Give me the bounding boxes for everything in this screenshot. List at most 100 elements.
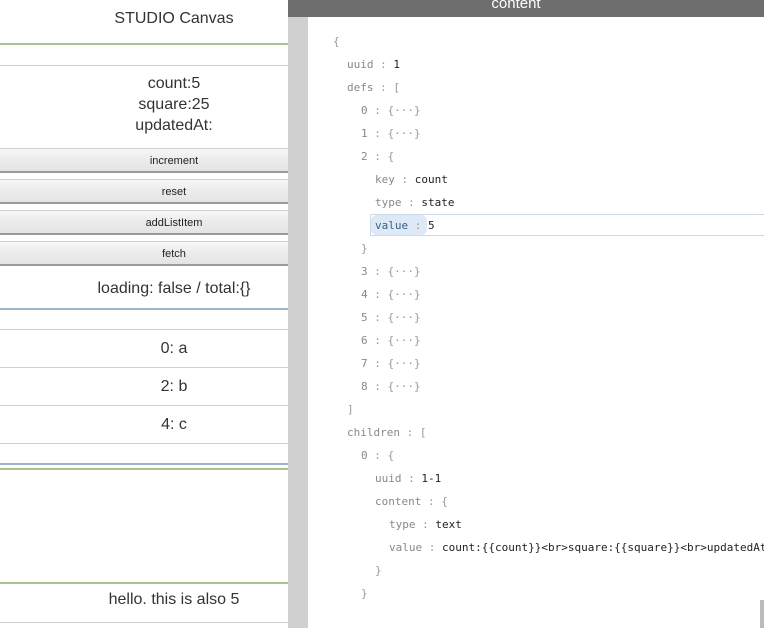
tree-row[interactable]: { bbox=[333, 30, 340, 53]
tree-row[interactable]: ] bbox=[347, 398, 354, 421]
tree-key: value bbox=[375, 219, 409, 232]
tree-key: 2 bbox=[361, 150, 368, 163]
studio-canvas: STUDIO Canvas count:5 square:25 updatedA… bbox=[0, 0, 288, 628]
tree-key: 1 bbox=[361, 127, 368, 140]
increment-button[interactable]: increment bbox=[0, 148, 288, 173]
list-item: 2: b bbox=[160, 378, 188, 395]
tree-row[interactable]: value : 5 bbox=[375, 214, 435, 237]
tree-value: count:{{count}}<br>square:{{square}}<br>… bbox=[442, 541, 764, 554]
tree-row[interactable]: 4 : {···} bbox=[361, 283, 421, 306]
tree-value: { bbox=[387, 150, 395, 163]
tree-colon: : bbox=[367, 334, 388, 347]
tree-colon: : bbox=[367, 311, 388, 324]
tree-row[interactable]: 2 : { bbox=[361, 145, 394, 168]
tree-row[interactable]: children : [ bbox=[347, 421, 426, 444]
tree-colon: : bbox=[367, 449, 388, 462]
add-list-item-button[interactable]: addListItem bbox=[0, 210, 288, 235]
tree-row[interactable]: type : text bbox=[389, 513, 462, 536]
fetch-button[interactable]: fetch bbox=[0, 241, 288, 266]
tree-colon: : bbox=[367, 104, 388, 117]
tree-value: [ bbox=[419, 426, 427, 439]
tree-value: {···} bbox=[387, 334, 421, 347]
tree-row[interactable]: uuid : 1 bbox=[347, 53, 400, 76]
updated-at-text: updatedAt: bbox=[135, 117, 213, 134]
tree-key: uuid bbox=[347, 58, 374, 71]
divider bbox=[0, 622, 288, 623]
tree-row[interactable]: } bbox=[361, 582, 368, 605]
tree-row[interactable]: content : { bbox=[375, 490, 448, 513]
tree-row[interactable]: 1 : {···} bbox=[361, 122, 421, 145]
tree-row[interactable]: 5 : {···} bbox=[361, 306, 421, 329]
footer-text: hello. this is also 5 bbox=[108, 591, 240, 608]
tree-value: count bbox=[414, 173, 448, 186]
panel-title: content bbox=[288, 0, 764, 17]
divider bbox=[0, 463, 288, 465]
tree-colon: : bbox=[394, 173, 415, 186]
tree-value: 1-1 bbox=[421, 472, 442, 485]
count-text: count:5 bbox=[147, 75, 201, 92]
divider bbox=[0, 582, 288, 584]
reset-button[interactable]: reset bbox=[0, 179, 288, 204]
tree-colon: : bbox=[367, 288, 388, 301]
tree-row[interactable]: defs : [ bbox=[347, 76, 400, 99]
tree-value: } bbox=[361, 242, 368, 255]
tree-row[interactable]: } bbox=[361, 237, 368, 260]
divider bbox=[0, 43, 288, 45]
tree-key: 0 bbox=[361, 104, 368, 117]
divider bbox=[0, 65, 288, 66]
tree-row[interactable]: } bbox=[375, 559, 382, 582]
tree-row[interactable]: value : count:{{count}}<br>square:{{squa… bbox=[389, 536, 764, 559]
scrollbar[interactable] bbox=[760, 600, 764, 628]
divider bbox=[0, 468, 288, 470]
tree-value: { bbox=[441, 495, 448, 508]
tree-value: {···} bbox=[387, 380, 421, 393]
tree-row[interactable]: type : state bbox=[375, 191, 455, 214]
tree-key: 6 bbox=[361, 334, 368, 347]
stats-block: count:5 square:25 updatedAt: bbox=[0, 73, 288, 136]
tree-colon: : bbox=[373, 81, 394, 94]
loading-status: loading: false / total:{} bbox=[97, 280, 251, 297]
tree-colon: : bbox=[408, 219, 428, 232]
tree-row[interactable]: 0 : { bbox=[361, 444, 394, 467]
tree-value: {···} bbox=[387, 288, 421, 301]
tree-value: {···} bbox=[387, 127, 421, 140]
tree-key: type bbox=[375, 196, 402, 209]
tree-key: 4 bbox=[361, 288, 368, 301]
tree-colon: : bbox=[401, 472, 422, 485]
list-item: 0: a bbox=[160, 340, 188, 357]
inspector-panel: content {uuid : 1 defs : [0 : {···} 1 : {·… bbox=[288, 0, 764, 628]
tree-colon: : bbox=[367, 380, 388, 393]
tree-key: 5 bbox=[361, 311, 368, 324]
tree-value: {···} bbox=[387, 265, 421, 278]
tree-value: { bbox=[387, 449, 395, 462]
tree-value: state bbox=[421, 196, 455, 209]
tree-value: } bbox=[361, 587, 368, 600]
tree-key: defs bbox=[347, 81, 374, 94]
tree-row[interactable]: 3 : {···} bbox=[361, 260, 421, 283]
tree-colon: : bbox=[367, 127, 388, 140]
tree-colon: : bbox=[415, 518, 436, 531]
tree-row[interactable]: 7 : {···} bbox=[361, 352, 421, 375]
list-item: 4: c bbox=[161, 416, 187, 433]
tree-value: ] bbox=[347, 403, 354, 416]
tree-value: {···} bbox=[387, 357, 421, 370]
tree-row[interactable]: key : count bbox=[375, 168, 448, 191]
tree-value: text bbox=[435, 518, 462, 531]
tree-colon: : bbox=[401, 196, 422, 209]
tree-key: key bbox=[375, 173, 395, 186]
tree-key: content bbox=[375, 495, 422, 508]
tree-key: value bbox=[389, 541, 423, 554]
tree-row[interactable]: 6 : {···} bbox=[361, 329, 421, 352]
tree-value: { bbox=[333, 35, 340, 48]
tree-key: children bbox=[347, 426, 400, 439]
tree-key: 3 bbox=[361, 265, 368, 278]
tree-key: type bbox=[389, 518, 416, 531]
tree-row[interactable]: 0 : {···} bbox=[361, 99, 421, 122]
tree-colon: : bbox=[367, 357, 388, 370]
tree-colon: : bbox=[421, 495, 442, 508]
tree-value: } bbox=[375, 564, 382, 577]
tree-row[interactable]: uuid : 1-1 bbox=[375, 467, 441, 490]
tree-row[interactable]: 8 : {···} bbox=[361, 375, 421, 398]
tree-colon: : bbox=[367, 265, 388, 278]
tree-value: 5 bbox=[428, 219, 435, 232]
